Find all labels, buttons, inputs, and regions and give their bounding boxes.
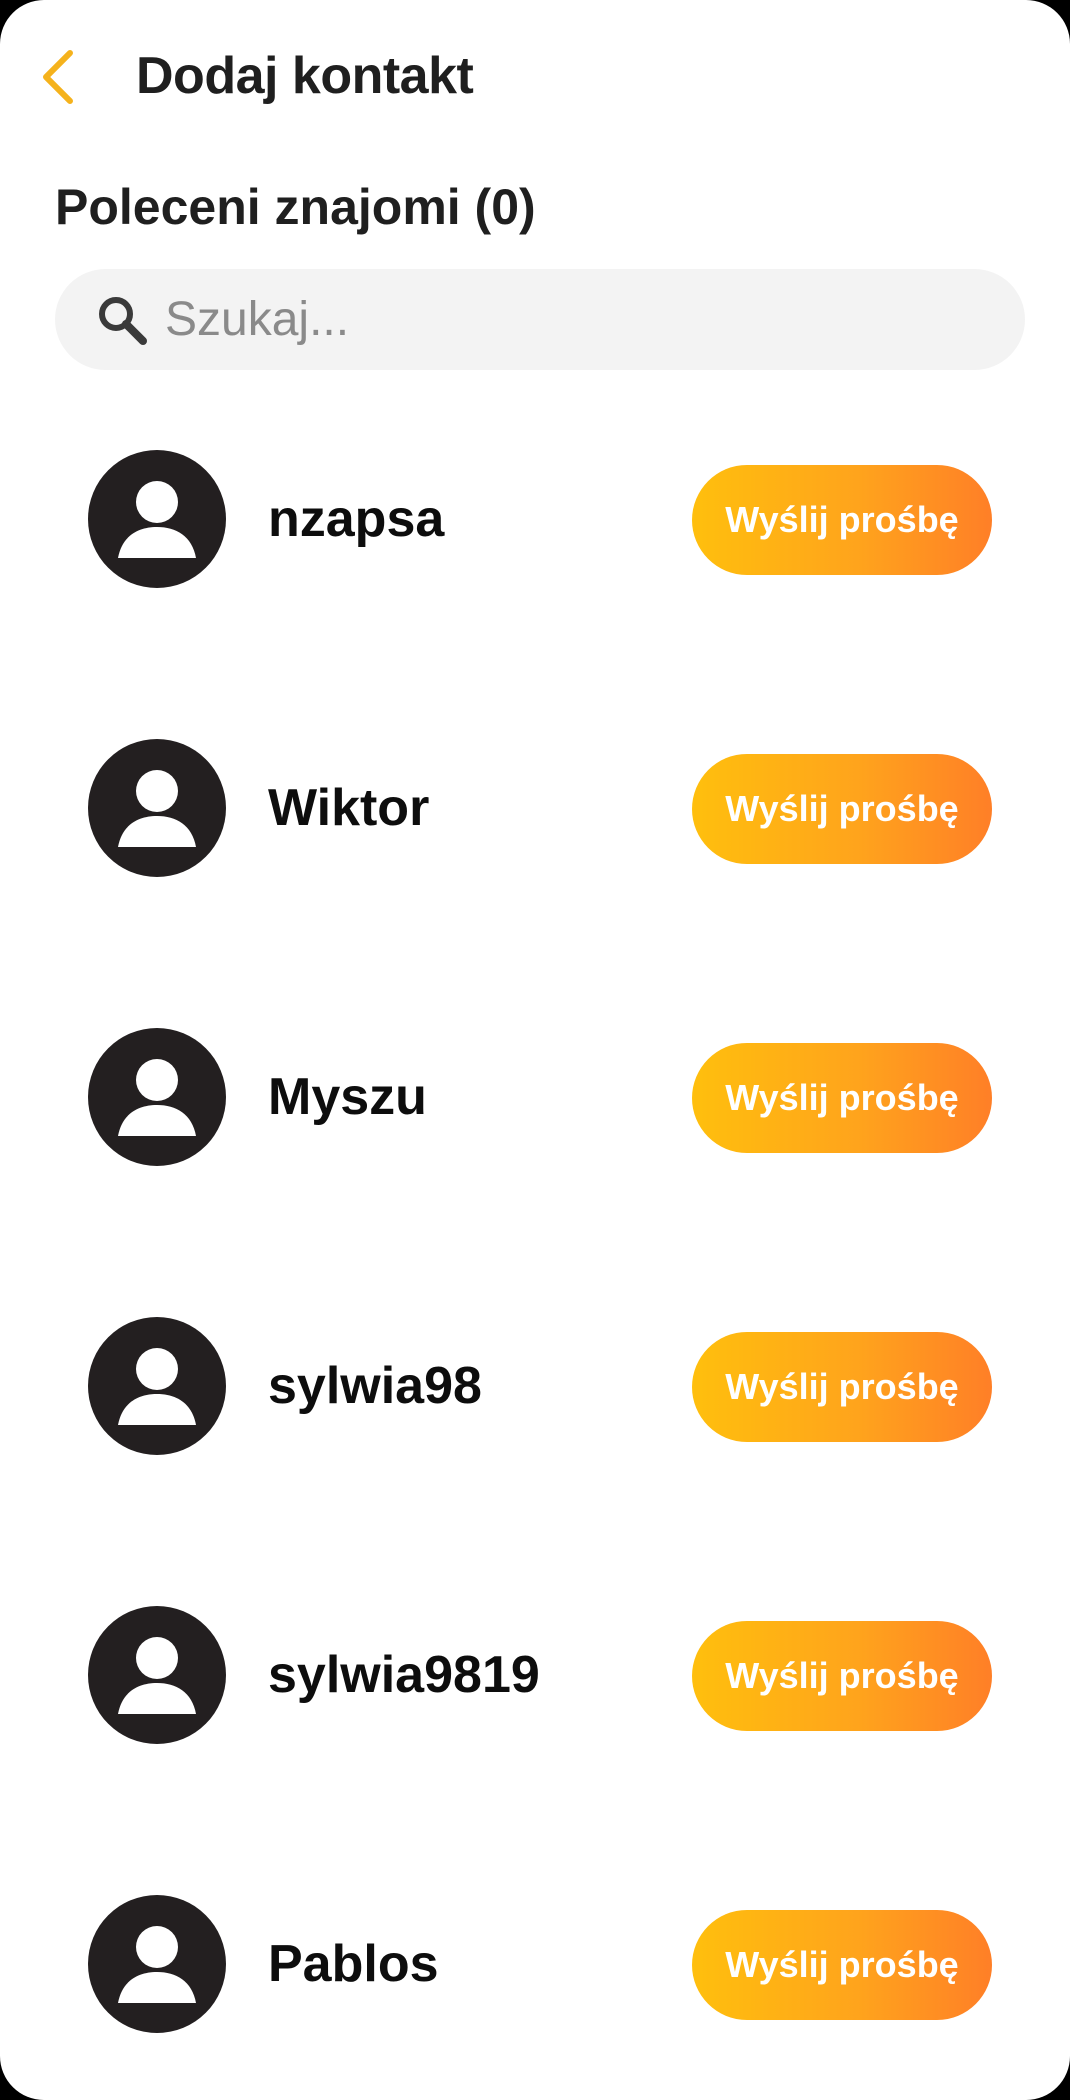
contact-name: nzapsa [268, 490, 445, 548]
avatar [88, 1895, 226, 2033]
avatar [88, 1028, 226, 1166]
recommended-friends-title: Poleceni znajomi (0) [55, 179, 536, 235]
add-contact-screen: Dodaj kontakt Poleceni znajomi (0) nzaps… [0, 0, 1070, 2100]
header: Dodaj kontakt [0, 0, 1070, 150]
user-icon [118, 770, 196, 847]
avatar [88, 1606, 226, 1744]
avatar [88, 1317, 226, 1455]
send-request-button[interactable]: Wyślij prośbę [692, 1910, 992, 2020]
back-button[interactable] [30, 42, 86, 112]
chevron-left-icon [43, 50, 73, 104]
send-request-button[interactable]: Wyślij prośbę [692, 1621, 992, 1731]
list-item: sylwia9819 Wyślij prośbę [0, 1596, 1070, 1756]
contact-name: sylwia9819 [268, 1646, 540, 1704]
send-request-button[interactable]: Wyślij prośbę [692, 465, 992, 575]
user-icon [118, 481, 196, 558]
user-icon [118, 1059, 196, 1136]
list-item: Wiktor Wyślij prośbę [0, 729, 1070, 889]
user-icon [118, 1637, 196, 1714]
avatar [88, 450, 226, 588]
list-item: Pablos Wyślij prośbę [0, 1885, 1070, 2045]
contact-name: Myszu [268, 1068, 427, 1126]
list-item: sylwia98 Wyślij prośbę [0, 1307, 1070, 1467]
user-icon [118, 1926, 196, 2003]
list-item: nzapsa Wyślij prośbę [0, 440, 1070, 600]
send-request-button[interactable]: Wyślij prośbę [692, 754, 992, 864]
page-title: Dodaj kontakt [136, 47, 474, 105]
search-input[interactable] [165, 269, 985, 370]
search-icon [99, 297, 147, 345]
search-bar[interactable] [55, 269, 1025, 370]
contact-name: Pablos [268, 1935, 439, 1993]
avatar [88, 739, 226, 877]
send-request-button[interactable]: Wyślij prośbę [692, 1043, 992, 1153]
list-item: Myszu Wyślij prośbę [0, 1018, 1070, 1178]
contact-name: Wiktor [268, 779, 430, 837]
send-request-button[interactable]: Wyślij prośbę [692, 1332, 992, 1442]
user-icon [118, 1348, 196, 1425]
contact-name: sylwia98 [268, 1357, 482, 1415]
